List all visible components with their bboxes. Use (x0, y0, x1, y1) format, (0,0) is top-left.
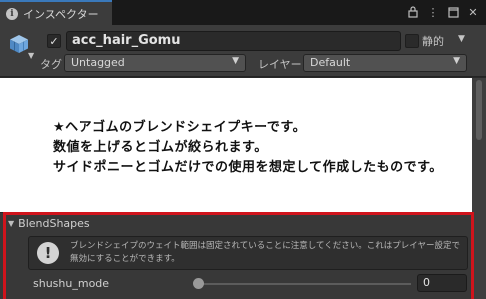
tag-value: Untagged (71, 56, 125, 69)
chevron-down-icon: ▼ (232, 56, 239, 66)
description-image: ★ヘアゴムのブレンドシェイプキーです。 数値を上げるとゴムが絞られます。 サイド… (0, 78, 472, 212)
warning-icon: ! (37, 242, 59, 264)
static-label: 静的 (422, 35, 444, 48)
object-name-field[interactable]: acc_hair_Gomu (66, 31, 401, 51)
blendshape-slider-track[interactable] (199, 283, 411, 285)
lock-icon[interactable] (406, 5, 420, 19)
foldout-arrow-icon: ▼ (8, 219, 15, 228)
description-text: ★ヘアゴムのブレンドシェイプキーです。 数値を上げるとゴムが絞られます。 サイド… (53, 118, 443, 178)
blendshapes-foldout[interactable]: ▼ BlendShapes (8, 217, 90, 230)
layer-value: Default (310, 56, 351, 69)
inspector-header: ▼ ✓ acc_hair_Gomu 静的 ▼ タグ Untagged ▼ レイヤ… (0, 25, 486, 77)
layer-label: レイヤー (258, 58, 302, 71)
kebab-menu-icon[interactable]: ⋮ (426, 5, 440, 19)
gameobject-cube-icon[interactable] (8, 33, 30, 55)
blendshape-label: shushu_mode (33, 277, 110, 290)
layer-select[interactable]: Default ▼ (303, 54, 467, 72)
tag-select[interactable]: Untagged ▼ (64, 54, 246, 72)
tab-label: インスペクター (23, 7, 99, 21)
tab-inspector[interactable]: i インスペクター (0, 0, 112, 25)
window-tools: ⋮ ✕ (406, 5, 480, 19)
blendshapes-title: BlendShapes (18, 217, 90, 230)
tab-bar: i インスペクター ⋮ ✕ (0, 0, 486, 25)
static-checkbox[interactable] (405, 34, 419, 48)
description-line: ★ヘアゴムのブレンドシェイプキーです。 (53, 120, 307, 135)
chevron-down-icon: ▼ (453, 56, 460, 66)
blendshape-slider-thumb[interactable] (193, 278, 204, 289)
description-line: サイドポニーとゴムだけでの使用を想定して作成したものです。 (53, 160, 443, 175)
chevron-down-icon[interactable]: ▼ (28, 51, 34, 60)
static-dropdown-icon[interactable]: ▼ (458, 34, 465, 44)
tag-label: タグ (40, 58, 62, 71)
maximize-icon[interactable] (446, 5, 460, 19)
close-icon[interactable]: ✕ (466, 5, 480, 19)
active-checkbox[interactable]: ✓ (47, 34, 61, 48)
help-box: ! ブレンドシェイプのウェイト範囲は固定されていることに注意してください。これは… (28, 236, 468, 270)
scrollbar-thumb[interactable] (476, 80, 482, 140)
help-text: ブレンドシェイプのウェイト範囲は固定されていることに注意してください。これはプレ… (70, 241, 460, 264)
info-icon: i (6, 7, 18, 20)
description-line: 数値を上げるとゴムが絞られます。 (53, 140, 268, 155)
blendshape-value-field[interactable]: 0 (417, 274, 467, 292)
